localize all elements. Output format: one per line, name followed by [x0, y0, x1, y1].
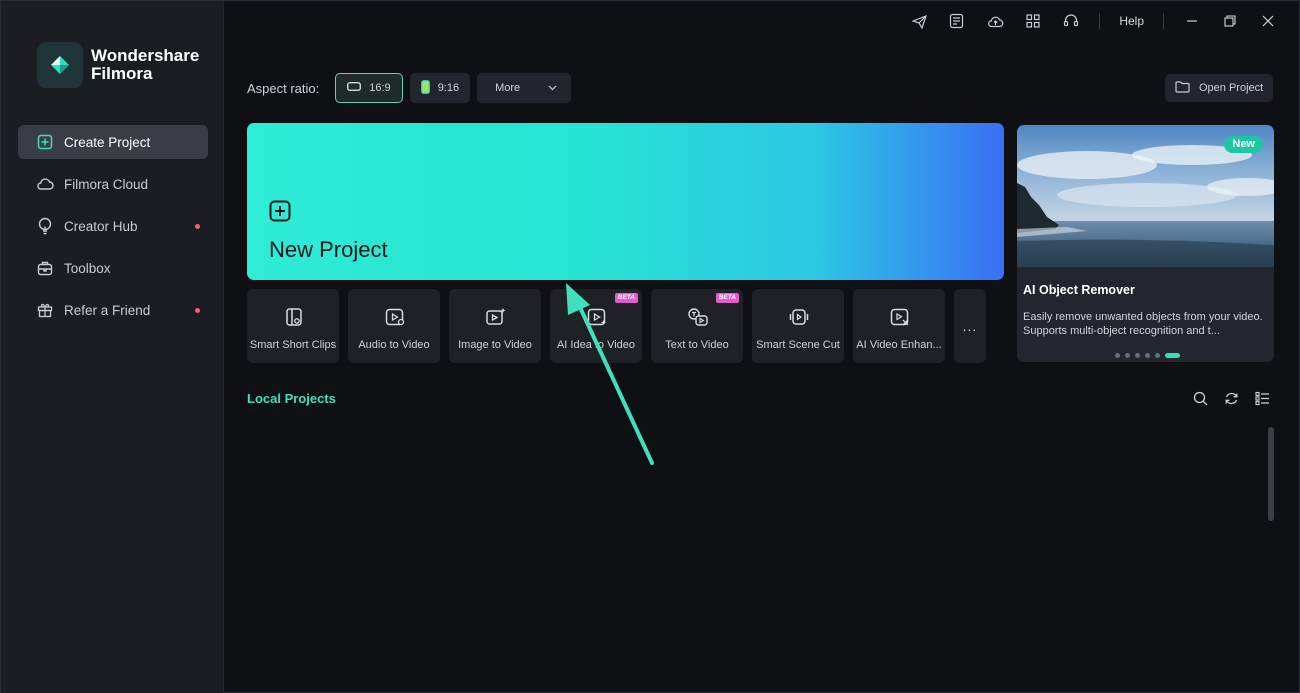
aspect-ratio-bar: Aspect ratio: 16:9 9:16 More [247, 73, 578, 103]
filmora-logo-icon [37, 42, 83, 88]
carousel-dot[interactable] [1125, 353, 1130, 358]
title-bar-divider [1099, 13, 1101, 29]
annotation-arrow-icon [566, 283, 654, 465]
bulb-icon [36, 217, 54, 235]
help-button[interactable]: Help [1119, 14, 1144, 28]
tool-label: AI Video Enhan... [856, 339, 942, 351]
aspect-option-label: 16:9 [369, 82, 391, 94]
title-bar: Help [879, 1, 1299, 41]
sidebar-item-label: Toolbox [64, 260, 111, 276]
landscape-icon [347, 82, 362, 94]
feature-card-ai-object-remover[interactable]: New AI Object Remover Easily remove unwa… [1017, 125, 1274, 362]
scrollbar[interactable] [1268, 427, 1274, 521]
send-icon[interactable] [909, 11, 929, 31]
audio-to-video-icon [384, 306, 406, 328]
notification-dot [195, 224, 200, 229]
app-logo: Wondershare Filmora [37, 42, 199, 88]
notes-icon[interactable] [947, 11, 967, 31]
tool-label: Image to Video [458, 339, 532, 351]
sidebar-item-label: Create Project [64, 134, 151, 150]
tool-audio-to-video[interactable]: Audio to Video [348, 289, 440, 363]
title-bar-divider [1163, 13, 1164, 29]
gift-icon [36, 301, 54, 319]
close-icon[interactable] [1258, 11, 1278, 31]
sidebar-nav: Create Project Filmora Cloud Creator Hub [18, 125, 208, 335]
carousel-dot-active[interactable] [1165, 353, 1180, 358]
aspect-9-16-button[interactable]: 9:16 [409, 73, 471, 103]
tool-smart-scene-cut[interactable]: Smart Scene Cut [752, 289, 844, 363]
apps-grid-icon[interactable] [1023, 11, 1043, 31]
aspect-more-dropdown[interactable]: More [477, 73, 572, 103]
sidebar-item-label: Creator Hub [64, 218, 138, 234]
headset-icon[interactable] [1061, 11, 1081, 31]
plus-square-icon [269, 200, 291, 222]
notification-dot [195, 308, 200, 313]
new-project-card[interactable]: New Project [247, 123, 1004, 280]
sidebar-item-toolbox[interactable]: Toolbox [18, 251, 208, 285]
portrait-icon [420, 79, 430, 97]
refresh-icon[interactable] [1222, 389, 1240, 407]
local-projects-toolbar [1178, 389, 1271, 407]
tool-label: Smart Short Clips [249, 339, 337, 351]
carousel-dot[interactable] [1155, 353, 1160, 358]
feature-title: AI Object Remover [1023, 283, 1135, 297]
tool-smart-short-clips[interactable]: Smart Short Clips [247, 289, 339, 363]
restore-icon[interactable] [1220, 11, 1240, 31]
aspect-more-label: More [495, 82, 521, 94]
sidebar-item-filmora-cloud[interactable]: Filmora Cloud [18, 167, 208, 201]
sidebar: Wondershare Filmora Create Project Filmo… [1, 1, 224, 693]
app-name: Wondershare Filmora [91, 47, 199, 83]
smart-scene-cut-icon [788, 306, 810, 328]
sidebar-item-label: Filmora Cloud [64, 176, 149, 192]
filmora-window: Wondershare Filmora Create Project Filmo… [0, 0, 1300, 693]
aspect-ratio-label: Aspect ratio: [247, 80, 320, 96]
minimize-icon[interactable] [1182, 11, 1202, 31]
plus-square-icon [36, 133, 54, 151]
local-projects-tab[interactable]: Local Projects [247, 391, 336, 406]
image-to-video-icon [485, 306, 507, 328]
toolbox-icon [36, 259, 54, 277]
sidebar-item-refer-a-friend[interactable]: Refer a Friend [18, 293, 208, 327]
tool-ai-video-enhancer[interactable]: AI Video Enhan... [853, 289, 945, 363]
feature-description: Easily remove unwanted objects from your… [1023, 311, 1263, 337]
list-view-icon[interactable] [1253, 389, 1271, 407]
chevron-down-icon [548, 82, 557, 94]
search-icon[interactable] [1191, 389, 1209, 407]
open-project-label: Open Project [1199, 82, 1264, 94]
carousel-dot[interactable] [1135, 353, 1140, 358]
folder-icon [1175, 80, 1190, 96]
carousel-dot[interactable] [1145, 353, 1150, 358]
aspect-16-9-button[interactable]: 16:9 [335, 73, 403, 103]
tool-image-to-video[interactable]: Image to Video [449, 289, 541, 363]
cloud-icon [36, 175, 54, 193]
sidebar-item-label: Refer a Friend [64, 302, 151, 318]
tool-label: Smart Scene Cut [756, 339, 840, 351]
open-project-button[interactable]: Open Project [1165, 74, 1273, 102]
sidebar-item-create-project[interactable]: Create Project [18, 125, 208, 159]
tool-label: Audio to Video [358, 339, 430, 351]
more-tools-button[interactable]: ... [954, 289, 986, 363]
aspect-option-label: 9:16 [437, 82, 460, 94]
sidebar-item-creator-hub[interactable]: Creator Hub [18, 209, 208, 243]
smart-short-clips-icon [283, 306, 305, 328]
text-to-video-icon [687, 306, 709, 328]
beta-badge: BETA [715, 293, 739, 303]
new-badge: New [1224, 136, 1263, 153]
carousel-pagination [1115, 353, 1185, 358]
cloud-upload-icon[interactable] [985, 11, 1005, 31]
ai-video-enhancer-icon [889, 306, 911, 328]
app-name-line1: Wondershare [91, 46, 200, 65]
app-name-line2: Filmora [91, 64, 153, 83]
carousel-dot[interactable] [1115, 353, 1120, 358]
new-project-title: New Project [269, 237, 388, 262]
